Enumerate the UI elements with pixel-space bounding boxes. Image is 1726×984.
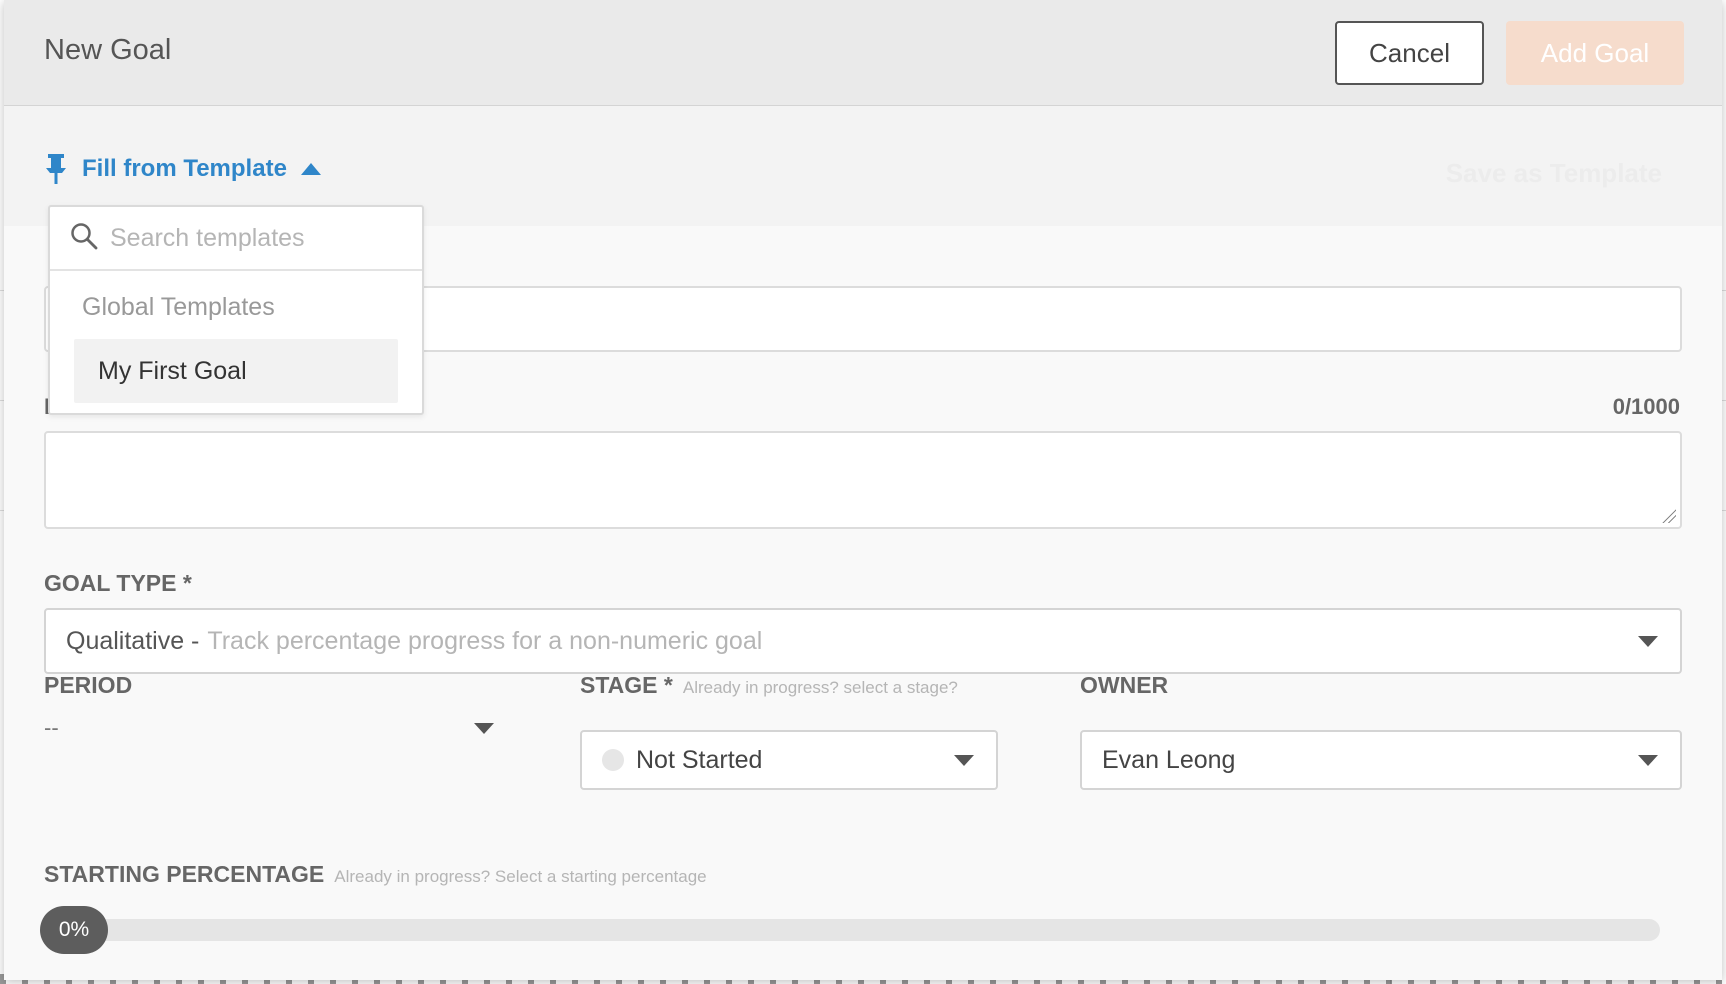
- period-label: PERIOD: [44, 672, 132, 699]
- period-select[interactable]: --: [44, 698, 546, 758]
- goal-type-value: Qualitative -: [66, 626, 200, 655]
- owner-value: Evan Leong: [1102, 745, 1236, 774]
- save-as-template-button[interactable]: Save as Template: [1446, 158, 1662, 189]
- description-textarea[interactable]: [44, 431, 1682, 529]
- fill-from-template-label: Fill from Template: [82, 155, 287, 182]
- chevron-down-icon: [954, 755, 974, 766]
- description-char-count: 0/1000: [1612, 394, 1680, 419]
- goal-type-description: Track percentage progress for a non-nume…: [207, 626, 763, 655]
- stage-value: Not Started: [636, 745, 763, 774]
- resize-handle-icon[interactable]: [1662, 509, 1676, 523]
- template-group-label: Global Templates: [82, 293, 275, 321]
- starting-percentage-label-text: STARTING PERCENTAGE: [44, 861, 325, 887]
- cancel-button[interactable]: Cancel: [1335, 21, 1484, 85]
- stage-label: STAGE * Already in progress? select a st…: [580, 672, 958, 699]
- modal-header: New Goal Cancel Add Goal: [4, 0, 1722, 106]
- stage-select[interactable]: Not Started: [580, 730, 998, 790]
- template-item[interactable]: My First Goal: [74, 339, 398, 403]
- period-label-text: PERIOD: [44, 672, 133, 698]
- template-dropdown: Global Templates My First Goal: [48, 205, 424, 415]
- goal-type-select[interactable]: Qualitative - Track percentage progress …: [44, 608, 1682, 674]
- new-goal-modal: New Goal Cancel Add Goal Fill from Templ…: [4, 0, 1722, 980]
- starting-percentage-slider[interactable]: [64, 919, 1660, 941]
- fill-from-template-button[interactable]: Fill from Template: [44, 154, 321, 184]
- goal-type-label-text: GOAL TYPE *: [44, 570, 192, 596]
- chevron-down-icon: [1638, 636, 1658, 647]
- owner-select[interactable]: Evan Leong: [1080, 730, 1682, 790]
- template-search-input[interactable]: [110, 223, 390, 253]
- stage-status-dot: [602, 749, 624, 771]
- owner-label-text: OWNER: [1080, 672, 1169, 698]
- period-value: --: [44, 715, 59, 740]
- goal-type-label: GOAL TYPE *: [44, 570, 192, 597]
- template-search: [50, 207, 422, 271]
- owner-label: OWNER: [1080, 672, 1168, 699]
- add-goal-button[interactable]: Add Goal: [1506, 21, 1684, 85]
- pin-icon: [44, 154, 68, 184]
- stage-hint: Already in progress? select a stage?: [682, 678, 958, 697]
- slider-handle[interactable]: 0%: [40, 906, 108, 954]
- chevron-down-icon: [474, 723, 494, 734]
- starting-percentage-hint: Already in progress? Select a starting p…: [334, 867, 707, 886]
- chevron-down-icon: [1638, 755, 1658, 766]
- stage-label-text: STAGE *: [580, 672, 673, 698]
- search-icon: [70, 222, 98, 255]
- starting-percentage-label: STARTING PERCENTAGE Already in progress?…: [44, 861, 707, 888]
- chevron-up-icon: [300, 163, 321, 175]
- modal-title: New Goal: [44, 34, 172, 66]
